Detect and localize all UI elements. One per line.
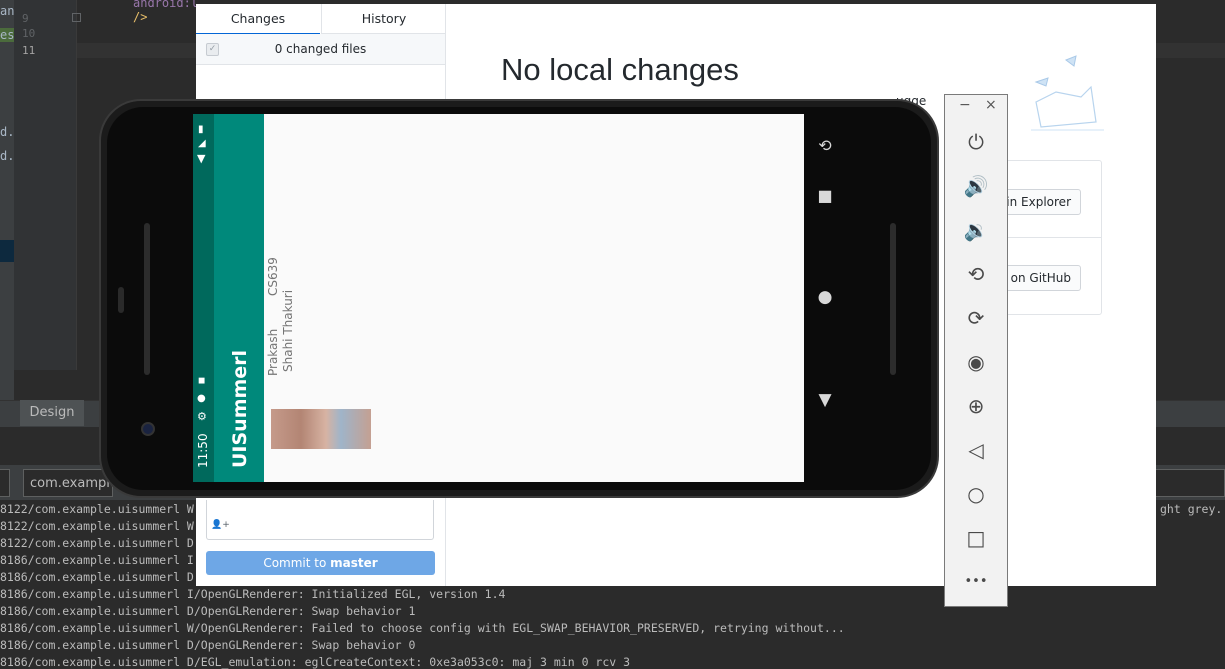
settings-gear-icon: ⚙ [197, 410, 207, 423]
device-screen[interactable]: ▮ ◢ ▼ ◼ ● ⚙ 11:50 UISummerl Prakash Shah… [193, 114, 804, 482]
battery-icon: ▮ [198, 124, 204, 135]
line-number: 11 [22, 44, 36, 57]
log-line: 8122/com.example.uisummerl W [0, 502, 194, 516]
log-line: 8122/com.example.uisummerl W [0, 519, 194, 533]
rotate-left-icon[interactable]: ⟲ [945, 259, 1007, 289]
profile-photo [271, 409, 371, 449]
add-coauthor-icon[interactable]: 👤+ [211, 520, 230, 530]
app-title: UISummerl [229, 349, 251, 468]
front-sensor [118, 287, 124, 313]
back-icon[interactable]: ◁ [945, 435, 1007, 465]
log-line-fragment: ght grey. [1160, 502, 1223, 516]
profile-name-line-2: Shahi Thakuri [281, 289, 295, 372]
emulator-toolbar: − × ⏻ 🔊 🔉 ⟲ ⟳ ◉ ⊕ ◁ ○ □ ••• [944, 94, 1008, 607]
commit-button[interactable]: Commit to master [206, 551, 435, 575]
process-combo[interactable]: com.example. [23, 469, 122, 497]
signal-icon: ◢ [198, 138, 206, 149]
status-time: 11:50 [196, 433, 210, 468]
tab-history[interactable]: History [321, 4, 446, 34]
code-line[interactable]: /> [133, 10, 147, 24]
back-nav-icon[interactable]: ▼ [810, 390, 840, 410]
log-line: 8186/com.example.uisummerl D/OpenGLRende… [0, 638, 416, 652]
ide-project-panel: and es d. d.x [0, 0, 22, 400]
commit-button-branch: master [330, 556, 378, 570]
power-icon[interactable]: ⏻ [945, 127, 1007, 157]
rotate-suggestion-icon[interactable]: ⟲ [810, 136, 840, 155]
overview-icon[interactable]: □ [945, 523, 1007, 553]
commit-description-input[interactable]: 👤+ [206, 500, 434, 540]
status-bar: ▮ ◢ ▼ ◼ ● ⚙ 11:50 [193, 114, 214, 482]
fold-marker-icon[interactable] [72, 13, 81, 22]
changed-files-header: ✓ 0 changed files [196, 34, 445, 65]
project-tree-fragment[interactable]: d. [0, 125, 14, 139]
line-number: 9 [22, 12, 29, 25]
speaker-grille [144, 223, 150, 375]
changed-files-count: 0 changed files [274, 42, 367, 56]
speaker-grille [890, 223, 896, 375]
more-options-icon[interactable]: ••• [945, 567, 1007, 597]
recents-nav-icon[interactable]: ■ [810, 186, 840, 205]
log-line: 8186/com.example.uisummerl D/OpenGLRende… [0, 604, 416, 618]
tab-changes[interactable]: Changes [196, 4, 320, 35]
close-icon[interactable]: × [985, 97, 997, 113]
design-tab[interactable]: Design [20, 400, 84, 426]
log-line: 8186/com.example.uisummerl I [0, 553, 194, 567]
home-icon[interactable]: ○ [945, 479, 1007, 509]
zoom-icon[interactable]: ⊕ [945, 391, 1007, 421]
code-line[interactable]: android:l [133, 0, 198, 10]
front-camera-icon [141, 422, 155, 436]
log-line: 8186/com.example.uisummerl I/OpenGLRende… [0, 587, 506, 601]
volume-down-icon[interactable]: 🔉 [945, 215, 1007, 245]
rotate-right-icon[interactable]: ⟳ [945, 303, 1007, 333]
device-combo[interactable] [0, 469, 10, 497]
empty-state-illustration-icon [1031, 55, 1104, 131]
screenshot-camera-icon[interactable]: ◉ [945, 347, 1007, 377]
course-code: CS639 [266, 257, 280, 296]
message-icon: ● [197, 393, 206, 404]
volume-up-icon[interactable]: 🔊 [945, 171, 1007, 201]
log-line: 8186/com.example.uisummerl D/EGL_emulati… [0, 655, 631, 669]
page-title: No local changes [501, 52, 739, 87]
home-nav-icon[interactable]: ● [810, 287, 840, 307]
show-in-explorer-button[interactable]: in Explorer [996, 189, 1081, 215]
log-line: 8186/com.example.uisummerl D [0, 570, 194, 584]
profile-name-line-1: Prakash [266, 328, 280, 376]
minimize-icon[interactable]: − [959, 97, 971, 113]
commit-button-prefix: Commit to [263, 556, 331, 570]
select-all-checkbox[interactable]: ✓ [206, 43, 219, 56]
sim-icon: ◼ [198, 376, 206, 386]
wifi-icon: ▼ [197, 152, 206, 165]
project-tree-fragment[interactable]: es [0, 28, 14, 42]
project-tree-selection [0, 240, 14, 262]
log-line: 8122/com.example.uisummerl D [0, 536, 194, 550]
line-number: 10 [22, 27, 36, 40]
log-line: 8186/com.example.uisummerl W/OpenGLRende… [0, 621, 845, 635]
